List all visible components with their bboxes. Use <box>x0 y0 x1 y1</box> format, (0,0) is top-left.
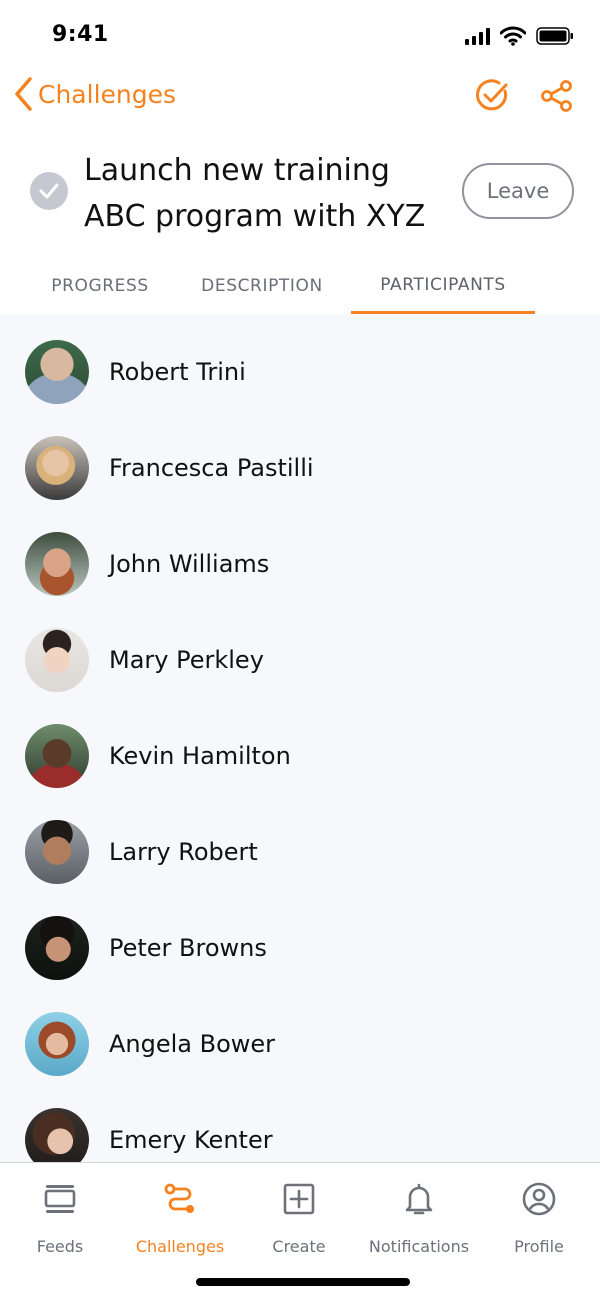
avatar <box>25 820 89 884</box>
back-label: Challenges <box>38 79 177 109</box>
participant-name: Emery Kenter <box>109 1126 273 1154</box>
participant-name: Peter Browns <box>109 934 267 962</box>
list-item[interactable]: Mary Perkley <box>0 612 600 708</box>
chevron-left-icon <box>15 77 32 111</box>
wifi-icon <box>500 26 526 46</box>
challenge-header: Launch new training ABC program with XYZ… <box>0 140 600 250</box>
complete-button[interactable] <box>472 76 512 116</box>
status-bar: 9:41 <box>0 0 600 70</box>
tab-progress[interactable]: PROGRESS <box>30 258 170 314</box>
list-item[interactable]: Kevin Hamilton <box>0 708 600 804</box>
list-item[interactable]: John Williams <box>0 516 600 612</box>
avatar <box>25 532 89 596</box>
nav-label: Notifications <box>368 1237 470 1256</box>
nav-label: Challenges <box>135 1237 225 1256</box>
participant-name: Francesca Pastilli <box>109 454 314 482</box>
nav-create[interactable]: Create <box>239 1181 359 1261</box>
leave-button[interactable]: Leave <box>462 163 574 219</box>
participant-name: Larry Robert <box>109 838 258 866</box>
tab-bar: PROGRESS DESCRIPTION PARTICIPANTS <box>0 258 600 314</box>
battery-icon <box>536 27 573 45</box>
back-button[interactable]: Challenges <box>12 76 176 112</box>
avatar <box>25 724 89 788</box>
status-icons <box>465 26 574 46</box>
avatar <box>25 1108 89 1162</box>
avatar <box>25 1012 89 1076</box>
nav-bar: Challenges <box>0 70 600 126</box>
bell-icon <box>401 1181 437 1217</box>
avatar <box>25 340 89 404</box>
participant-name: Angela Bower <box>109 1030 276 1058</box>
nav-notifications[interactable]: Notifications <box>359 1181 479 1261</box>
nav-challenges[interactable]: Challenges <box>120 1181 240 1261</box>
home-indicator[interactable] <box>196 1278 410 1286</box>
share-button[interactable] <box>537 76 577 116</box>
avatar <box>25 916 89 980</box>
list-item[interactable]: Emery Kenter <box>0 1092 600 1162</box>
nav-label: Feeds <box>36 1237 84 1256</box>
challenge-title: Launch new training ABC program with XYZ <box>84 153 426 234</box>
avatar <box>25 436 89 500</box>
list-item[interactable]: Francesca Pastilli <box>0 420 600 516</box>
signal-icon <box>465 27 490 45</box>
nav-feeds[interactable]: Feeds <box>0 1181 120 1261</box>
completion-status <box>30 172 68 210</box>
tab-description[interactable]: DESCRIPTION <box>182 258 342 314</box>
create-icon <box>281 1181 317 1217</box>
tab-participants[interactable]: PARTICIPANTS <box>351 258 535 314</box>
list-item[interactable]: Angela Bower <box>0 996 600 1092</box>
participants-list: Robert Trini Francesca Pastilli John Wil… <box>0 314 600 1162</box>
participant-name: John Williams <box>109 550 270 578</box>
participant-name: Robert Trini <box>109 358 246 386</box>
bottom-nav: Feeds Challenges Create Notifications Pr… <box>0 1162 600 1300</box>
checkmark-icon <box>39 183 59 199</box>
participant-name: Mary Perkley <box>109 646 264 674</box>
nav-label: Profile <box>514 1237 564 1256</box>
check-circle-icon <box>476 79 508 111</box>
profile-icon <box>521 1181 557 1217</box>
challenges-icon <box>162 1181 198 1217</box>
avatar <box>25 628 89 692</box>
participant-name: Kevin Hamilton <box>109 742 291 770</box>
feeds-icon <box>42 1181 78 1217</box>
share-icon <box>541 80 572 112</box>
nav-label: Create <box>272 1237 326 1256</box>
list-item[interactable]: Robert Trini <box>0 324 600 420</box>
list-item[interactable]: Peter Browns <box>0 900 600 996</box>
list-item[interactable]: Larry Robert <box>0 804 600 900</box>
status-time: 9:41 <box>52 22 109 47</box>
nav-profile[interactable]: Profile <box>479 1181 599 1261</box>
